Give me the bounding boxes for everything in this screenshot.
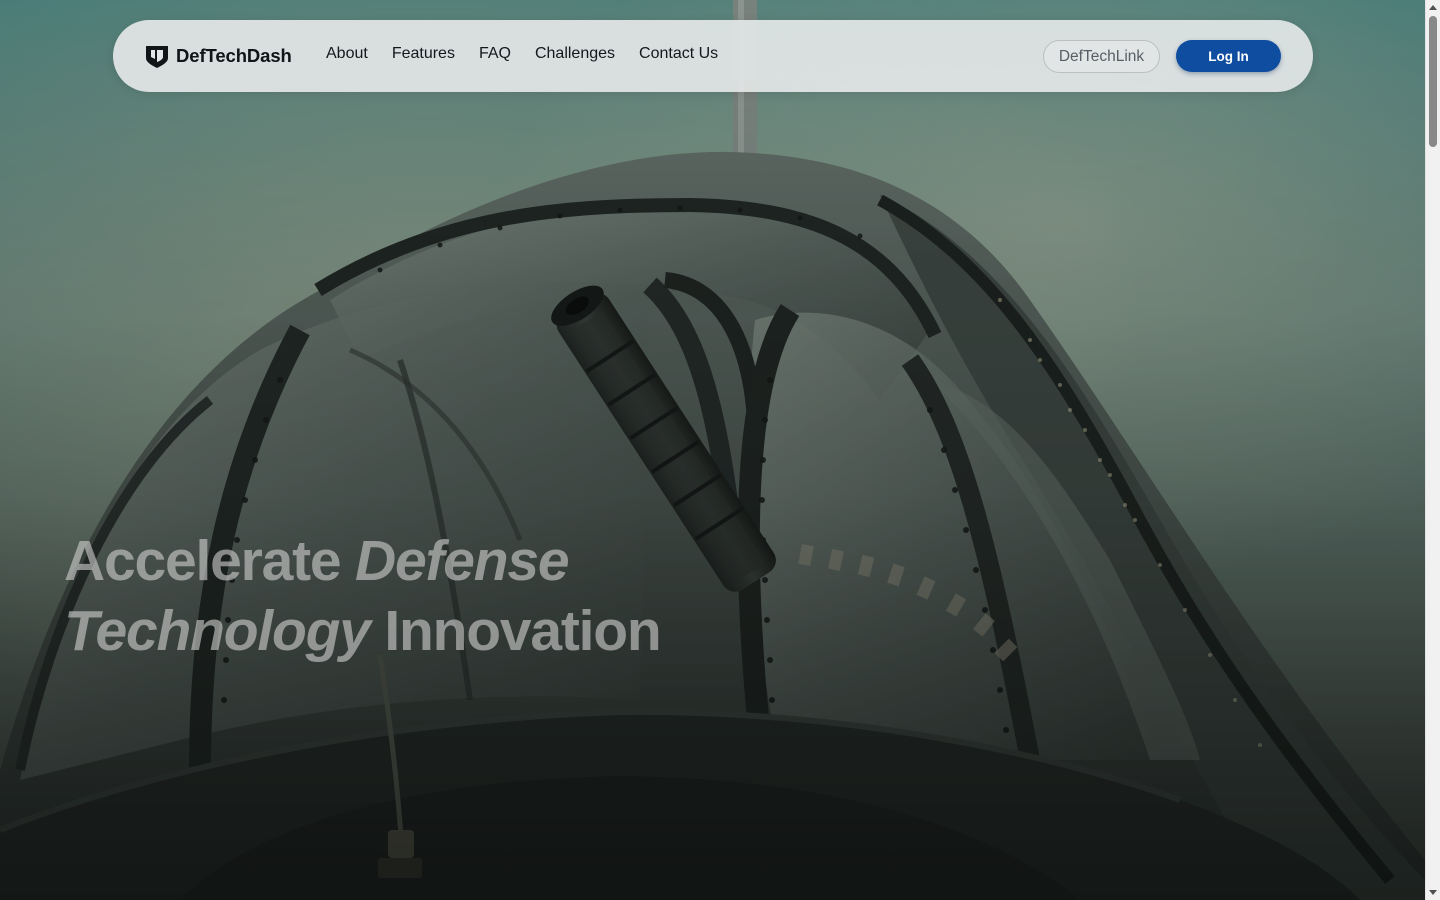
hero-headline-line-1: Accelerate Defense: [64, 526, 661, 596]
hero-headline-word-defense: Defense: [355, 529, 570, 593]
nav-link-challenges[interactable]: Challenges: [535, 45, 615, 63]
scroll-up-arrow-icon[interactable]: [1429, 5, 1437, 10]
brand-logo-link[interactable]: DefTechDash: [144, 42, 292, 70]
scroll-down-arrow-icon[interactable]: [1429, 890, 1437, 895]
nav-links: About Features FAQ Challenges Contact Us: [326, 45, 742, 63]
hero-headline-word-innovation: Innovation: [384, 599, 661, 663]
nav-link-faq[interactable]: FAQ: [479, 45, 511, 63]
nav-link-about[interactable]: About: [326, 45, 368, 63]
hero-headline-word-technology: Technology: [64, 599, 371, 663]
login-button[interactable]: Log In: [1176, 40, 1281, 72]
scrollbar-thumb[interactable]: [1429, 16, 1437, 147]
hero-headline-word-accelerate: Accelerate: [64, 529, 342, 593]
top-navbar: DefTechDash About Features FAQ Challenge…: [113, 20, 1313, 92]
nav-link-features[interactable]: Features: [392, 45, 455, 63]
landing-page: DefTechDash About Features FAQ Challenge…: [0, 0, 1440, 900]
hero-headline: Accelerate Defense Technology Innovation: [64, 526, 662, 666]
brand-name: DefTechDash: [176, 45, 292, 66]
deftechlink-button[interactable]: DefTechLink: [1043, 40, 1160, 73]
hero-headline-line-2: Technology Innovation: [64, 596, 662, 666]
hero-background-image: [0, 0, 1425, 900]
nav-link-contact-us[interactable]: Contact Us: [639, 45, 718, 63]
page-scrollbar[interactable]: [1425, 0, 1440, 900]
shield-logo-icon: [144, 43, 170, 69]
